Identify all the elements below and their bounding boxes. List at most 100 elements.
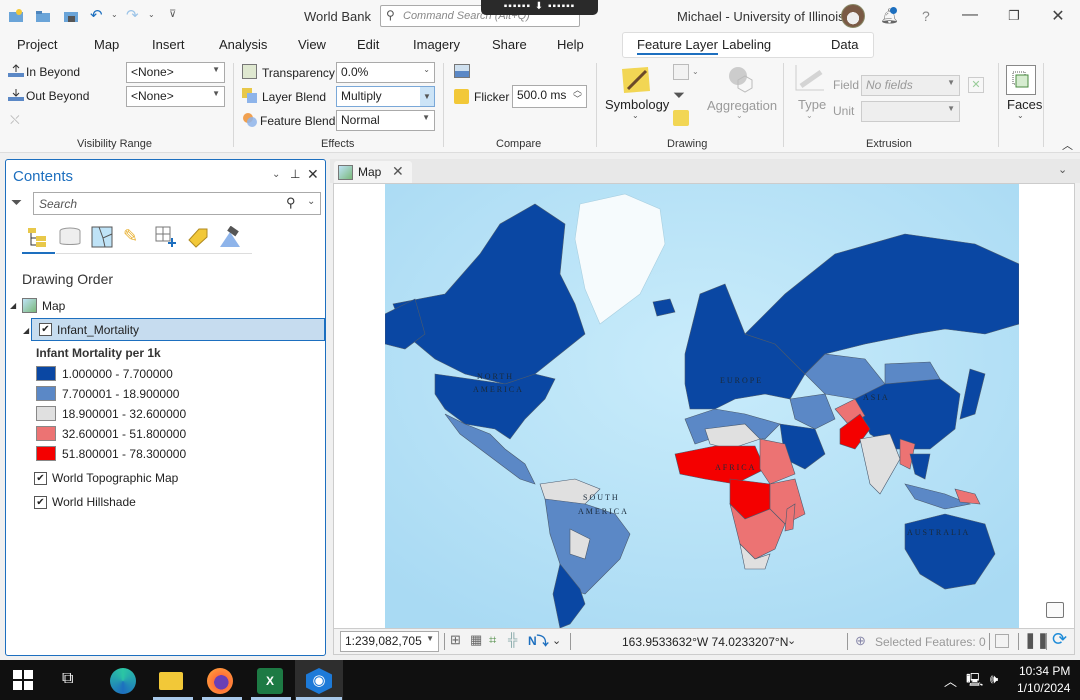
tab-edit[interactable]: Edit <box>357 37 379 52</box>
select-features-icon[interactable]: ⊕ <box>855 633 866 649</box>
map-node[interactable]: Map <box>42 299 65 313</box>
contents-search-input[interactable]: Search ⚲ ⌄ <box>33 192 321 215</box>
tab-data[interactable]: Data <box>831 37 858 52</box>
tab-imagery[interactable]: Imagery <box>413 37 460 52</box>
avatar[interactable] <box>841 4 865 28</box>
refresh-icon[interactable]: ⟳ <box>1052 629 1067 650</box>
import-symbology-icon[interactable] <box>673 110 689 126</box>
save-project-icon[interactable] <box>63 8 79 24</box>
spinner-arrows-icon[interactable]: ︿ ﹀ <box>573 86 582 104</box>
list-by-perspective-imagery-icon[interactable] <box>219 225 241 248</box>
edge-browser-icon[interactable] <box>110 668 136 694</box>
chevron-down-icon[interactable]: ⌄ <box>552 634 561 647</box>
tab-map[interactable]: Map <box>94 37 119 52</box>
pane-options-icon[interactable]: ⌄ <box>272 169 280 180</box>
north-arrow-icon[interactable]: N⤵ <box>528 632 549 649</box>
tab-share[interactable]: Share <box>492 37 527 52</box>
clear-range-icon[interactable]: ⛌ <box>10 112 20 128</box>
map-view-tab[interactable]: Map ✕ <box>334 161 412 185</box>
unit-dropdown[interactable]: ▼ <box>861 101 960 122</box>
drag-handle[interactable]: ▪▪▪▪▪▪ ⬇ ▪▪▪▪▪▪ <box>481 0 598 15</box>
arcgis-pro-taskbar-item[interactable]: ◉ <box>295 660 343 700</box>
tab-labeling[interactable]: Labeling <box>722 37 771 52</box>
display-filter-icon[interactable] <box>673 64 689 80</box>
list-by-editing-icon[interactable]: ✎ <box>123 226 145 248</box>
snapping-icon[interactable]: ⌗ <box>489 632 496 648</box>
tab-project[interactable]: Project <box>17 37 57 52</box>
tab-feature-layer[interactable]: Feature Layer <box>637 37 718 55</box>
constraints-icon[interactable]: ╬ <box>508 632 517 647</box>
tab-insert[interactable]: Insert <box>152 37 185 52</box>
file-explorer-icon[interactable] <box>159 672 183 690</box>
undo-icon[interactable]: ↶ <box>90 6 106 24</box>
list-by-labeling-icon[interactable] <box>187 226 209 248</box>
symbology-button[interactable]: Symbology <box>605 97 669 112</box>
firefox-icon[interactable] <box>207 668 233 694</box>
selected-features-count[interactable]: Selected Features: 0 <box>875 635 986 649</box>
chevron-down-icon[interactable]: ⌄ <box>692 67 699 76</box>
chevron-down-icon[interactable]: ⌄ <box>632 111 639 120</box>
expand-layer-icon[interactable]: ◢ <box>23 326 29 335</box>
search-options-icon[interactable]: ⌄ <box>307 196 315 207</box>
close-tab-icon[interactable]: ✕ <box>392 163 404 180</box>
faces-button[interactable]: Faces <box>1007 97 1042 112</box>
close-button[interactable]: ✕ <box>1043 6 1073 26</box>
transparency-combo[interactable]: 0.0% ⌄ <box>336 62 435 83</box>
list-by-data-source-icon[interactable] <box>59 226 81 248</box>
swipe-icon[interactable] <box>454 64 470 78</box>
layer-visibility-checkbox[interactable]: ✔ <box>34 496 47 509</box>
user-name[interactable]: Michael - University of Illinois <box>677 9 845 24</box>
new-project-icon[interactable] <box>8 8 24 24</box>
list-by-drawing-order-icon[interactable] <box>26 226 48 248</box>
windows-start-icon[interactable] <box>13 670 39 696</box>
extrusion-type-button[interactable]: Type <box>798 97 826 112</box>
layer-visibility-checkbox[interactable]: ✔ <box>39 323 52 336</box>
task-view-icon[interactable]: ⧉ <box>62 670 88 696</box>
map-notes-icon[interactable] <box>1046 602 1064 618</box>
customize-toolbar-icon[interactable]: ⊽ <box>169 9 176 20</box>
list-by-selection-icon[interactable] <box>91 226 113 248</box>
field-dropdown[interactable]: No fields ▼ <box>861 75 960 96</box>
layer-blend-dropdown[interactable]: Multiply ▼ <box>336 86 435 107</box>
excel-icon[interactable]: X <box>257 668 283 694</box>
layer-name[interactable]: World Topographic Map <box>52 471 178 485</box>
undo-dropdown-icon[interactable]: ⌄ <box>111 10 118 19</box>
filter-icon[interactable]: ⏷ <box>673 87 685 104</box>
show-hidden-icons[interactable]: ︿ <box>944 671 957 690</box>
restore-button[interactable]: ❐ <box>999 8 1029 24</box>
open-project-icon[interactable] <box>35 8 51 24</box>
expand-map-icon[interactable]: ◢ <box>10 301 16 310</box>
layer-name[interactable]: World Hillshade <box>52 495 136 509</box>
collapse-ribbon-icon[interactable]: ︿ <box>1062 137 1073 153</box>
tab-list-dropdown-icon[interactable]: ⌄ <box>1058 163 1067 176</box>
redo-icon[interactable]: ↷ <box>126 6 142 24</box>
redo-dropdown-icon[interactable]: ⌄ <box>148 10 155 19</box>
coordinate-format-dropdown-icon[interactable]: ⌄ <box>787 634 796 647</box>
expression-icon[interactable]: ✕ <box>968 77 984 93</box>
coordinates-readout[interactable]: 163.9533632°W 74.0233207°N <box>622 635 788 649</box>
faces-icon[interactable] <box>1006 65 1036 95</box>
clock-time[interactable]: 10:34 PM <box>1019 664 1070 678</box>
table-grid-icon[interactable]: ▦ <box>470 632 482 648</box>
layer-visibility-checkbox[interactable]: ✔ <box>34 472 47 485</box>
feature-blend-dropdown[interactable]: Normal ▼ <box>336 110 435 131</box>
filter-icon[interactable]: ⏷ <box>11 194 22 211</box>
chevron-down-icon[interactable]: ⌄ <box>1017 111 1024 120</box>
map-view[interactable]: NORTH AMERICA SOUTH AMERICA EUROPE AFRIC… <box>333 183 1075 629</box>
tab-analysis[interactable]: Analysis <box>219 37 267 52</box>
network-icon[interactable]: 🖳︎ <box>966 671 983 693</box>
out-beyond-dropdown[interactable]: <None> ▼ <box>126 86 225 107</box>
clock-date[interactable]: 1/10/2024 <box>1017 681 1070 695</box>
tab-help[interactable]: Help <box>557 37 584 52</box>
layer-row-infant-mortality[interactable]: ✔ Infant_Mortality <box>31 318 325 341</box>
help-icon[interactable]: ? <box>922 8 930 24</box>
symbology-icon[interactable] <box>620 65 652 95</box>
scale-dropdown[interactable]: 1:239,082,705 ▼ <box>340 631 439 652</box>
refresh-extent-icon[interactable] <box>995 634 1009 648</box>
volume-icon[interactable]: 🕪︎ <box>990 671 998 687</box>
grid-add-icon[interactable]: ⊞ <box>450 632 461 648</box>
list-by-snapping-icon[interactable] <box>155 226 177 248</box>
map-canvas[interactable]: NORTH AMERICA SOUTH AMERICA EUROPE AFRIC… <box>385 184 1019 628</box>
flicker-spinner[interactable]: 500.0 ms ︿ ﹀ <box>512 85 587 108</box>
minimize-button[interactable]: — <box>955 6 985 24</box>
